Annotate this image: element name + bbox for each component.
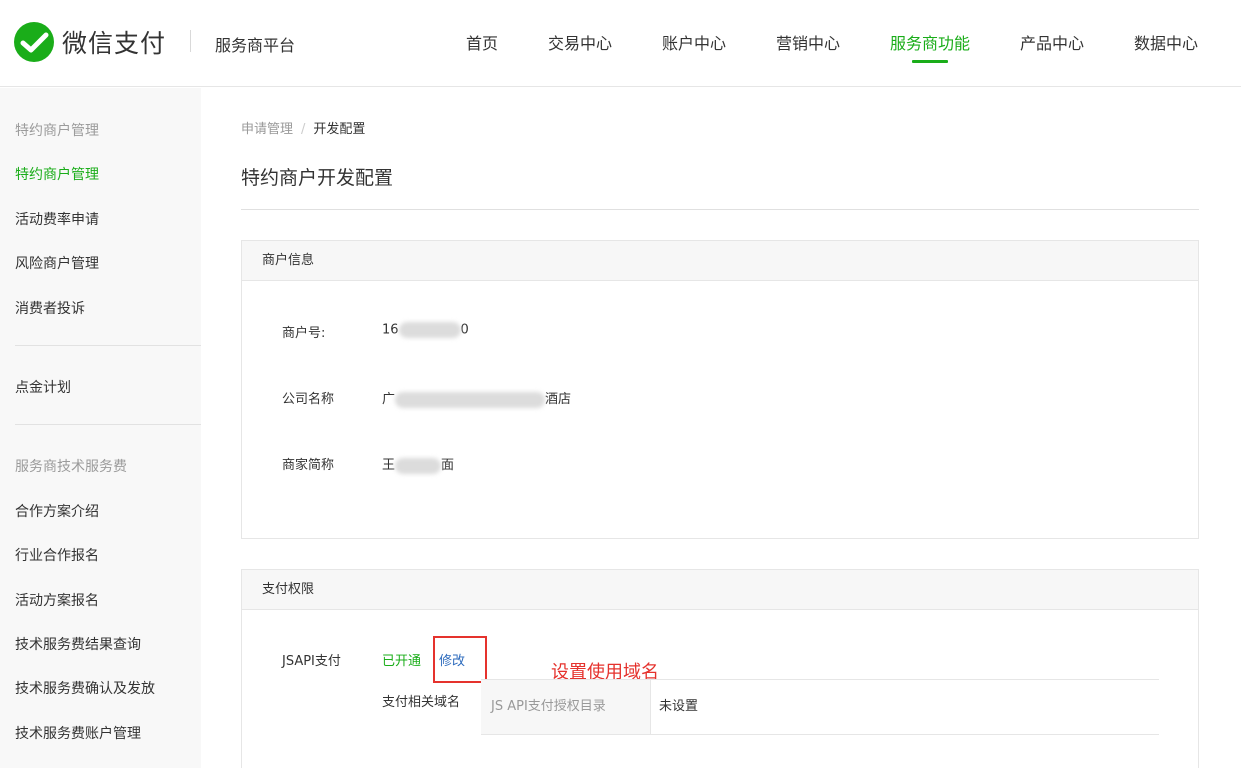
redacted-mask <box>395 457 442 474</box>
jsapi-label: JSAPI支付 <box>282 654 341 669</box>
merchant-id-suffix: 0 <box>460 322 469 338</box>
domain-table: JS API支付授权目录 未设置 <box>481 679 1159 735</box>
sidebar-item-industry-signup[interactable]: 行业合作报名 <box>15 545 99 565</box>
main-nav: 首页 交易中心 账户中心 营销中心 服务商功能 产品中心 数据中心 <box>0 0 1241 87</box>
company-name-label: 公司名称 <box>282 392 335 407</box>
breadcrumb: 申请管理 / 开发配置 <box>241 118 365 137</box>
breadcrumb-separator: / <box>301 122 306 137</box>
jsapi-directory-key: JS API支付授权目录 <box>481 680 651 734</box>
sidebar-item-merchant-management[interactable]: 特约商户管理 <box>15 164 99 184</box>
redacted-mask <box>395 391 546 408</box>
short-name-label: 商家简称 <box>282 458 335 473</box>
nav-products[interactable]: 产品中心 <box>1020 30 1084 62</box>
short-name-suffix: 面 <box>441 458 455 473</box>
sidebar-item-complaints[interactable]: 消费者投诉 <box>15 298 85 318</box>
company-name-value: 广 酒店 <box>382 388 571 408</box>
breadcrumb-current: 开发配置 <box>313 122 366 137</box>
short-name-value: 王面 <box>382 454 454 474</box>
sidebar-item-fee-account[interactable]: 技术服务费账户管理 <box>15 723 141 743</box>
short-name-prefix: 王 <box>382 458 396 473</box>
merchant-id-prefix: 16 <box>382 322 399 338</box>
nav-home[interactable]: 首页 <box>466 30 498 62</box>
merchant-id-value: 16 0 <box>382 322 469 338</box>
payment-permission-title: 支付权限 <box>242 570 1198 610</box>
merchant-id-label: 商户号: <box>282 326 326 341</box>
highlight-box <box>433 636 487 683</box>
top-header: 微信支付 服务商平台 首页 交易中心 账户中心 营销中心 服务商功能 产品中心 … <box>0 0 1241 87</box>
nav-transactions[interactable]: 交易中心 <box>548 30 612 62</box>
nav-provider-functions[interactable]: 服务商功能 <box>890 30 970 63</box>
breadcrumb-parent[interactable]: 申请管理 <box>241 122 293 137</box>
sidebar-item-gold-plan[interactable]: 点金计划 <box>15 377 71 397</box>
company-name-suffix: 酒店 <box>545 392 572 407</box>
redacted-mask <box>398 322 461 338</box>
sidebar-divider <box>15 424 201 425</box>
nav-marketing[interactable]: 营销中心 <box>776 30 840 62</box>
sidebar-divider <box>15 345 201 346</box>
sidebar: 特约商户管理 特约商户管理 活动费率申请 风险商户管理 消费者投诉 点金计划 服… <box>0 88 201 768</box>
sidebar-item-campaign-signup[interactable]: 活动方案报名 <box>15 590 99 610</box>
domain-label: 支付相关域名 <box>382 695 461 710</box>
nav-account[interactable]: 账户中心 <box>662 30 726 62</box>
title-divider <box>241 209 1199 210</box>
sidebar-item-fee-result[interactable]: 技术服务费结果查询 <box>15 634 141 654</box>
payment-permission-panel: 支付权限 JSAPI支付 已开通 修改 设置使用域名 支付相关域名 JS API… <box>241 569 1199 768</box>
jsapi-status: 已开通 <box>382 654 422 669</box>
merchant-info-title: 商户信息 <box>242 241 1198 281</box>
page-title: 特约商户开发配置 <box>241 167 394 189</box>
sidebar-item-rate-application[interactable]: 活动费率申请 <box>15 209 99 229</box>
sidebar-item-risk-merchant[interactable]: 风险商户管理 <box>15 253 99 273</box>
sidebar-item-fee-confirm[interactable]: 技术服务费确认及发放 <box>15 678 155 698</box>
nav-data[interactable]: 数据中心 <box>1134 30 1198 62</box>
sidebar-item-cooperation-intro[interactable]: 合作方案介绍 <box>15 501 99 521</box>
jsapi-directory-value: 未设置 <box>659 699 699 714</box>
merchant-info-panel: 商户信息 商户号: 16 0 公司名称 广酒店 商家简称 王面 <box>241 240 1199 539</box>
company-name-prefix: 广 <box>382 392 396 407</box>
sidebar-group-merchant: 特约商户管理 <box>15 123 99 139</box>
sidebar-group-tech-fee: 服务商技术服务费 <box>15 459 127 475</box>
